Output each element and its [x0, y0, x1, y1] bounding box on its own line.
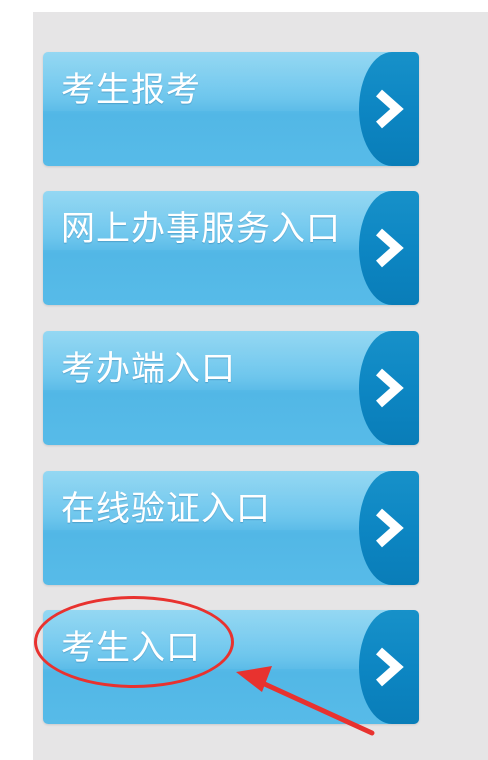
arrow-tab[interactable] — [359, 331, 419, 445]
chevron-right-icon — [376, 368, 404, 408]
online-services-button[interactable]: 网上办事服务入口 — [43, 191, 419, 305]
arrow-tab[interactable] — [359, 471, 419, 585]
button-label: 网上办事服务入口 — [61, 209, 341, 249]
arrow-tab[interactable] — [359, 191, 419, 305]
exam-registration-button[interactable]: 考生报考 — [43, 52, 419, 166]
candidate-portal-button[interactable]: 考生入口 — [43, 610, 419, 724]
chevron-right-icon — [376, 508, 404, 548]
chevron-right-icon — [376, 89, 404, 129]
chevron-right-icon — [376, 647, 404, 687]
online-verification-button[interactable]: 在线验证入口 — [43, 471, 419, 585]
arrow-tab[interactable] — [359, 610, 419, 724]
button-label: 考生入口 — [61, 628, 201, 668]
arrow-tab[interactable] — [359, 52, 419, 166]
chevron-right-icon — [376, 228, 404, 268]
exam-office-portal-button[interactable]: 考办端入口 — [43, 331, 419, 445]
button-label: 考办端入口 — [61, 349, 236, 389]
button-label: 考生报考 — [61, 70, 201, 110]
button-label: 在线验证入口 — [61, 489, 271, 529]
